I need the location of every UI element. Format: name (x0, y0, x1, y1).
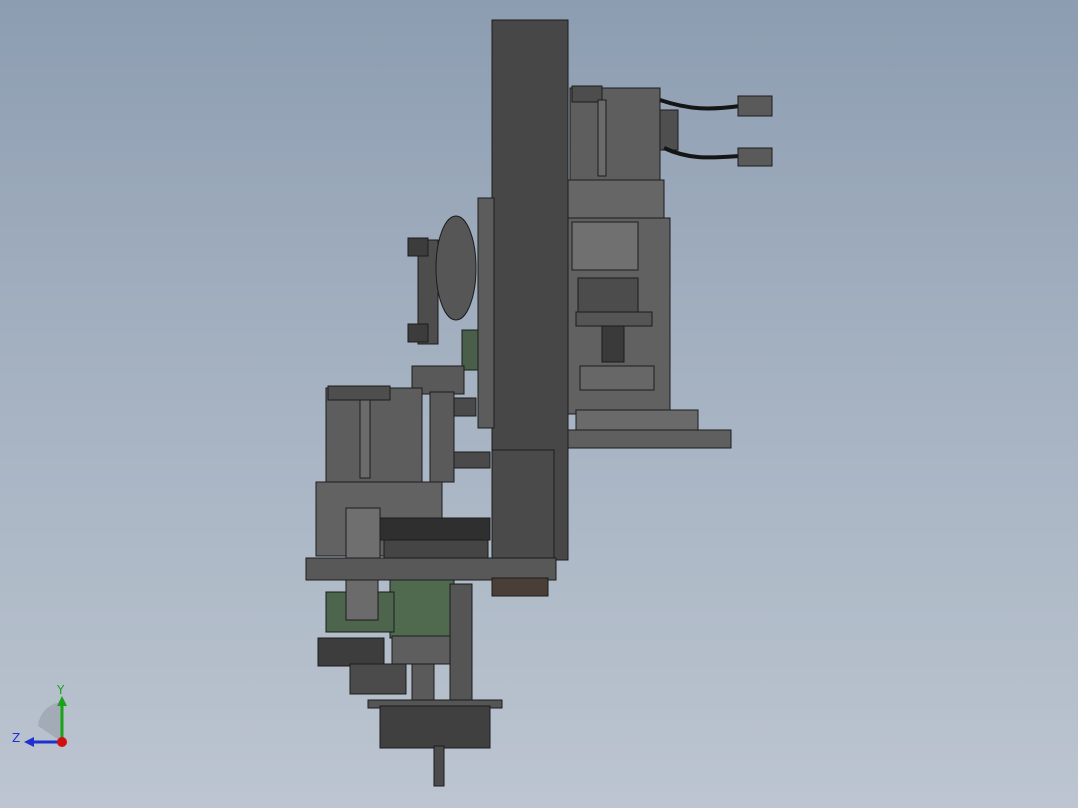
slide-rail (429, 391, 455, 483)
lower-screws (349, 663, 407, 695)
bottom-disc (379, 705, 491, 749)
cad-viewport[interactable]: Y Z (0, 0, 1078, 808)
belt-tensioner (461, 329, 479, 371)
lower-drive-shaft (411, 663, 435, 703)
left-motor-clamp (345, 507, 381, 561)
spur-gear-row (379, 517, 491, 541)
pulley-hub-top (407, 237, 429, 257)
pulley-hub-bottom (407, 323, 429, 343)
upper-connector-1 (737, 95, 773, 117)
lower-tab (491, 577, 549, 597)
left-motor-rib (359, 399, 371, 479)
lower-collar (391, 635, 453, 665)
small-connector-2 (453, 451, 491, 469)
bottom-spindle (433, 745, 445, 787)
upper-cable-1 (659, 98, 741, 111)
right-base-flange (567, 429, 732, 449)
right-shaft-window (571, 221, 639, 271)
large-pulley (435, 215, 477, 321)
lower-base-plate (305, 557, 557, 581)
z-axis-arrow (24, 737, 34, 747)
y-axis-arrow (57, 696, 67, 706)
coordinate-triad: Y Z (12, 684, 67, 747)
small-connector-1 (453, 397, 477, 417)
upper-connector-2 (737, 147, 773, 167)
plate-side-block (477, 197, 495, 429)
lower-green-motor (389, 579, 455, 639)
lower-gray-cylinder (345, 579, 379, 621)
left-motor-cap (327, 385, 391, 401)
upper-motor-connector-box (659, 109, 679, 151)
right-foot (575, 409, 699, 433)
right-gearbox (567, 179, 665, 221)
lower-clamp (317, 637, 385, 667)
z-axis-label: Z (12, 731, 20, 745)
right-lower-block (579, 365, 655, 391)
x-axis-dot (57, 737, 67, 747)
right-inner-plate (575, 311, 653, 327)
right-inner-clamp (601, 325, 625, 363)
upper-motor-rib (597, 99, 607, 177)
assembly-model[interactable] (0, 0, 1078, 808)
y-axis-label: Y (56, 684, 65, 697)
left-motor-housing (325, 387, 423, 485)
lower-vertical-rod (449, 583, 473, 703)
triad-arc (38, 702, 62, 742)
